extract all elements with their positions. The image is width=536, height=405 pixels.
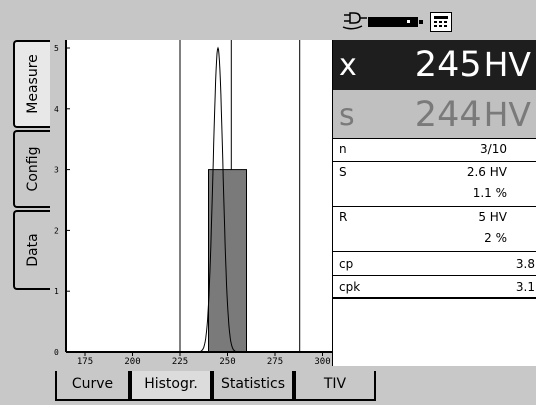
plug-icon [342,12,367,30]
y-tick-label: 3 [54,166,59,175]
y-tick-label: 4 [54,105,59,114]
stat-row-s-percent: 1.1 % [333,183,536,204]
mean-label: x [339,48,357,83]
tab-tiv[interactable]: TIV [294,371,376,401]
y-tick-label: 1 [54,287,59,296]
tab-config[interactable]: Config [13,130,50,208]
std-label: s [339,98,355,133]
x-tick-label: 225 [172,357,188,367]
x-tick-label: 300 [314,357,330,367]
x-tick-label: 175 [77,357,93,367]
stat-label: S [339,165,347,179]
mean-value: 245 [414,45,482,85]
tab-measure-label: Measure [24,54,41,114]
histogram-chart: 0 1 2 3 4 5 175 200 225 250 275 300 [50,40,334,368]
std-value-group: 244HV [415,95,531,135]
stat-label: cp [339,257,354,271]
stat-label: R [339,210,348,224]
tab-data[interactable]: Data [13,210,50,290]
mean-display: x 245HV [333,40,536,90]
tab-histogram-label: Histogr. [144,376,198,392]
std-display: s 244HV [333,90,536,138]
stat-value: 3.8 [515,257,535,271]
stat-value: 5 HV [478,210,507,224]
stat-row-r-percent: 2 % [333,228,536,249]
x-tick-label: 275 [267,357,283,367]
stat-row-n: n 3/10 [333,139,536,160]
mean-unit: HV [483,45,531,84]
tab-measure[interactable]: Measure [13,40,50,128]
std-unit: HV [483,95,531,134]
stat-row-cp: cp 3.8 [333,254,536,275]
y-tick-label: 5 [54,44,59,53]
stat-label: n [339,142,347,156]
status-bar [0,0,536,40]
stat-row-r: R 5 HV [333,207,536,228]
tab-data-label: Data [24,233,41,267]
tab-tiv-label: TIV [323,376,347,392]
y-tick-label: 0 [54,348,59,357]
tab-curve-label: Curve [71,376,114,392]
tab-statistics-label: Statistics [221,376,285,392]
stat-value: 2.6 HV [466,165,507,179]
histogram-bar [208,169,247,353]
tab-curve[interactable]: Curve [55,371,130,401]
std-value: 244 [414,95,482,135]
divider [333,275,536,276]
stat-value: 2 % [484,231,507,245]
battery-icon [368,17,423,27]
divider [333,251,536,252]
tab-histogram[interactable]: Histogr. [130,371,212,401]
stat-label: cpk [339,280,361,294]
tab-statistics[interactable]: Statistics [212,371,294,401]
stat-row-s: S 2.6 HV [333,162,536,183]
mean-value-group: 245HV [415,45,531,85]
y-tick-label: 2 [54,226,59,235]
stat-value: 1.1 % [472,186,507,200]
stat-value: 3.1 [515,280,535,294]
divider [333,297,536,299]
bottom-tab-bar: Curve Histogr. Statistics TIV [0,368,536,405]
x-tick-label: 200 [124,357,140,367]
stat-value: 3/10 [480,142,507,156]
normal-curve [66,46,332,353]
results-panel: x 245HV s 244HV n 3/10 S 2.6 HV 1.1 % R 5 H… [332,40,536,366]
histogram-svg: 0 1 2 3 4 5 175 200 225 250 275 300 [54,40,332,367]
tab-config-label: Config [24,146,41,192]
x-tick-label: 250 [219,357,235,367]
stat-row-cpk: cpk 3.1 [333,277,536,298]
calculator-icon[interactable] [430,12,452,32]
